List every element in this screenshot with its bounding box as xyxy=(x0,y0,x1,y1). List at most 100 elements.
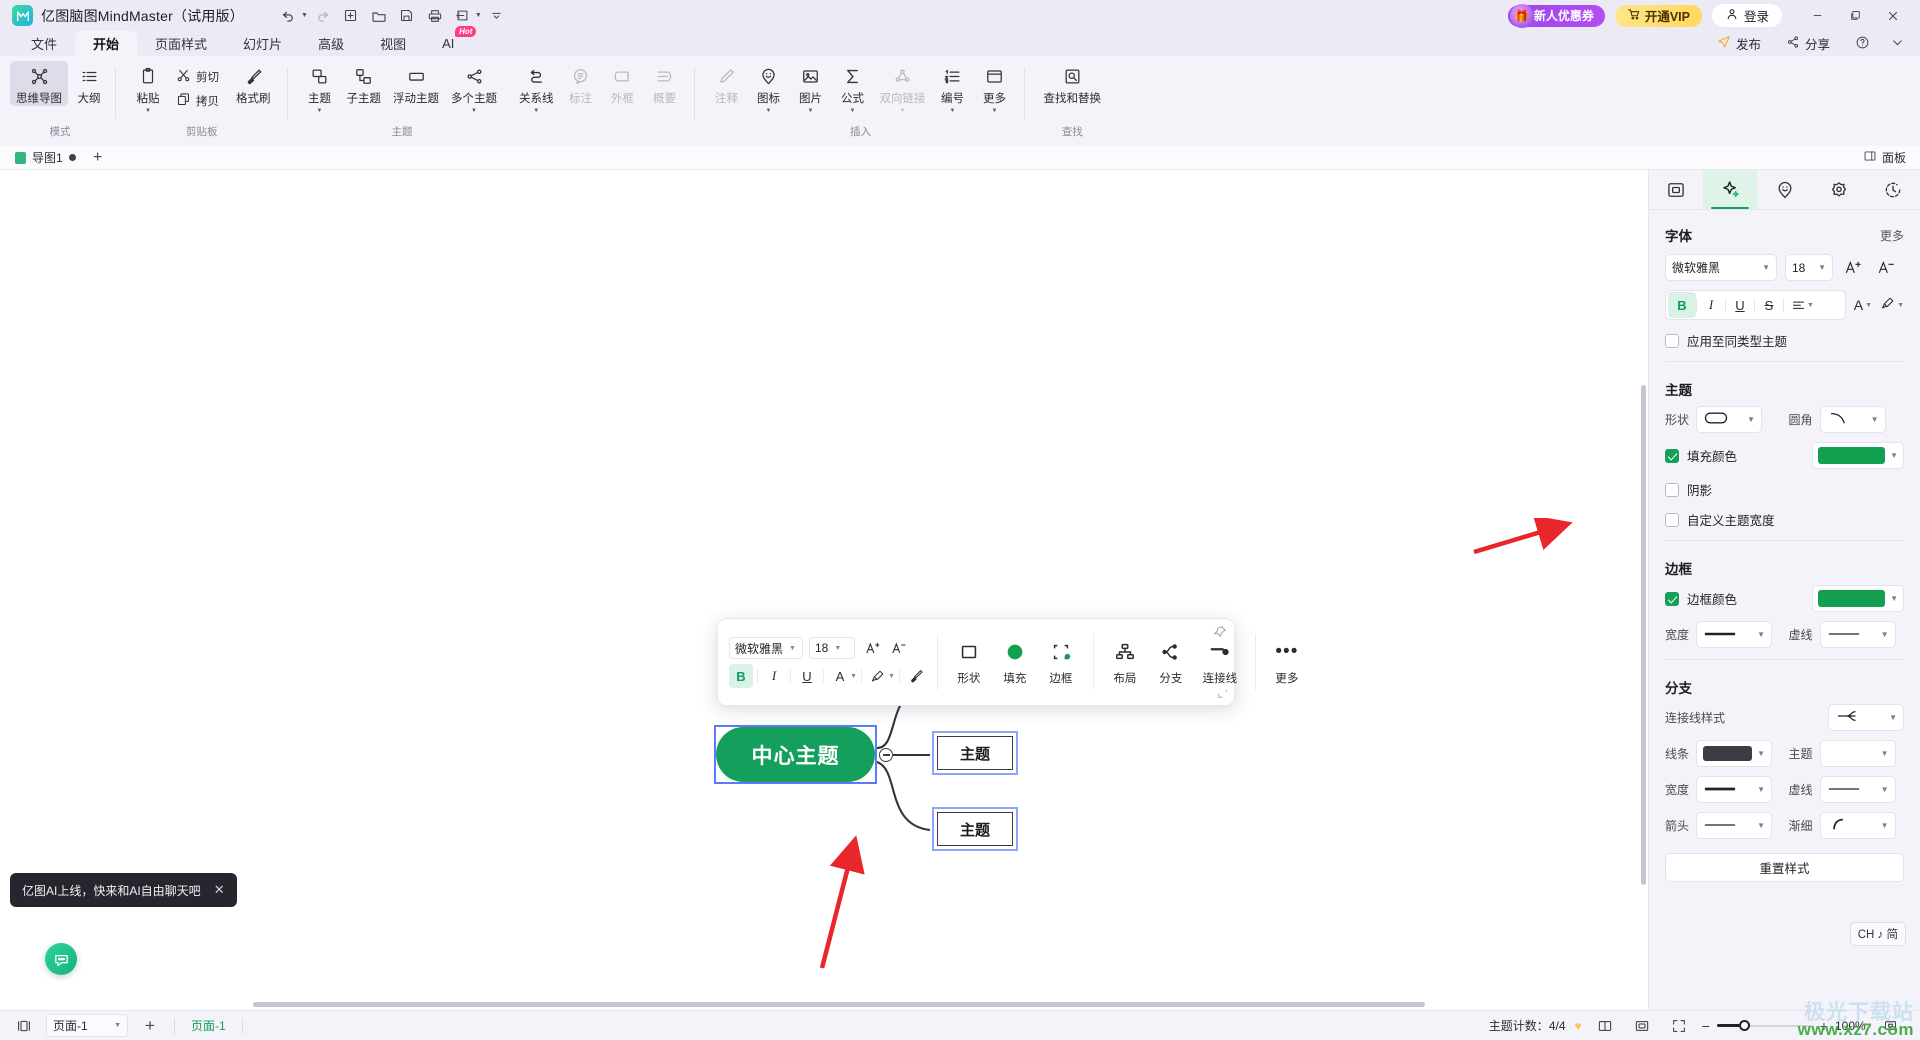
chevron-down-icon[interactable]: ▼ xyxy=(808,108,814,115)
ribbon-button-boundary[interactable]: 外框 xyxy=(602,61,644,106)
two-page-view-button[interactable] xyxy=(1591,1014,1619,1038)
help-button[interactable] xyxy=(1849,31,1876,57)
chevron-down-icon[interactable]: ▼ xyxy=(471,108,477,115)
fit-screen-button[interactable] xyxy=(1876,1014,1904,1038)
chevron-down-icon[interactable]: ▼ xyxy=(900,108,906,115)
menu-tab-ai[interactable]: AI Hot xyxy=(424,26,477,56)
ribbon-button-copy[interactable]: 拷贝 xyxy=(169,90,226,112)
collapse-ribbon-button[interactable] xyxy=(1889,32,1906,56)
undo-button[interactable] xyxy=(276,4,302,28)
minimize-button[interactable] xyxy=(1798,0,1836,31)
corner-select[interactable]: ▼ xyxy=(1819,406,1886,433)
shape-select[interactable]: ▼ xyxy=(1696,406,1763,433)
zoom-slider[interactable] xyxy=(1716,1019,1813,1033)
chevron-down-icon[interactable]: ▼ xyxy=(145,108,151,115)
arrow-select[interactable]: ▼ xyxy=(1696,812,1773,839)
font-size-select[interactable]: 18 ▼ xyxy=(1785,254,1833,281)
ribbon-button-callout[interactable]: 标注 xyxy=(560,61,602,106)
floatbar-connector-button[interactable]: 连接线 xyxy=(1194,639,1246,686)
shadow-row[interactable]: 阴影 xyxy=(1665,480,1904,499)
ribbon-button-topic[interactable]: 主题 ▼ xyxy=(299,61,341,115)
document-tab[interactable]: 导图1 xyxy=(6,146,85,170)
branch-topic-select[interactable]: ▼ xyxy=(1819,740,1896,767)
floatbar-border-button[interactable]: 边框 xyxy=(1038,639,1084,686)
zoom-knob[interactable] xyxy=(1738,1020,1750,1031)
ribbon-button-more-insert[interactable]: 更多 ▼ xyxy=(974,61,1016,115)
fit-page-button[interactable] xyxy=(1628,1014,1656,1038)
ribbon-button-subtopic[interactable]: 子主题 xyxy=(341,61,388,106)
canvas-horizontal-scrollbar[interactable] xyxy=(0,998,1638,1010)
custom-width-checkbox[interactable] xyxy=(1665,512,1679,527)
fill-color-checkbox[interactable] xyxy=(1665,448,1679,463)
chevron-down-icon[interactable]: ▼ xyxy=(850,673,857,680)
branch-width-select[interactable]: ▼ xyxy=(1696,776,1773,803)
page-select[interactable]: 页面-1 ▼ xyxy=(46,1014,128,1037)
fullscreen-button[interactable] xyxy=(1665,1014,1693,1038)
menu-tab-page-style[interactable]: 页面样式 xyxy=(137,31,225,56)
floatbar-decrease-font-button[interactable] xyxy=(887,636,911,660)
login-button[interactable]: 登录 xyxy=(1711,4,1782,27)
taper-select[interactable]: ▼ xyxy=(1819,812,1896,839)
close-button[interactable] xyxy=(1874,0,1912,31)
apply-same-type-checkbox[interactable] xyxy=(1665,333,1679,348)
ribbon-button-outline[interactable]: 大纲 xyxy=(68,61,110,106)
floatbar-branch-button[interactable]: 分支 xyxy=(1148,639,1194,686)
save-button[interactable] xyxy=(394,4,420,28)
floatbar-font-size-select[interactable]: 18 ▼ xyxy=(809,637,855,659)
tab-history[interactable] xyxy=(1866,170,1920,209)
chevron-down-icon[interactable]: ▼ xyxy=(850,108,856,115)
floatbar-increase-font-button[interactable] xyxy=(861,636,885,660)
apply-same-type-row[interactable]: 应用至同类型主题 xyxy=(1665,331,1904,350)
italic-button[interactable]: I xyxy=(1697,292,1725,318)
floatbar-bold-button[interactable]: B xyxy=(729,664,753,688)
menu-tab-home[interactable]: 开始 xyxy=(75,31,138,56)
floatbar-layout-button[interactable]: 布局 xyxy=(1102,639,1148,686)
ribbon-button-floating-topic[interactable]: 浮动主题 xyxy=(387,61,445,106)
redo-button[interactable] xyxy=(310,4,336,28)
add-document-tab-button[interactable]: + xyxy=(85,146,111,170)
canvas-vertical-scrollbar[interactable] xyxy=(1638,170,1648,996)
chevron-down-icon[interactable]: ▼ xyxy=(1807,302,1814,309)
shadow-checkbox[interactable] xyxy=(1665,482,1679,497)
menu-tab-view[interactable]: 视图 xyxy=(362,31,424,56)
border-dash-select[interactable]: ▼ xyxy=(1819,621,1896,648)
scroll-thumb[interactable] xyxy=(253,1002,1425,1007)
split-view-button[interactable] xyxy=(10,1014,38,1038)
menu-tab-slideshow[interactable]: 幻灯片 xyxy=(225,31,300,56)
ai-chat-bubble-icon[interactable] xyxy=(45,943,77,975)
border-color-checkbox[interactable] xyxy=(1665,591,1679,606)
share-button[interactable]: 分享 xyxy=(1780,30,1836,57)
font-family-select[interactable]: 微软雅黑 ▼ xyxy=(1665,254,1777,281)
ribbon-button-numbering[interactable]: 编号 ▼ xyxy=(932,61,974,115)
floatbar-clear-format-button[interactable] xyxy=(904,664,928,688)
ribbon-button-find-replace[interactable]: 查找和替换 xyxy=(1038,61,1108,106)
chevron-down-icon[interactable]: ▼ xyxy=(992,108,998,115)
increase-font-button[interactable] xyxy=(1841,255,1866,280)
ribbon-button-picture[interactable]: 图片 ▼ xyxy=(790,61,832,115)
zoom-in-button[interactable]: + xyxy=(1820,1018,1828,1034)
ribbon-button-multi-topic[interactable]: 多个主题 ▼ xyxy=(445,61,503,115)
tab-theme[interactable] xyxy=(1812,170,1866,209)
font-more-link[interactable]: 更多 xyxy=(1880,227,1904,244)
line-color-select[interactable]: ▼ xyxy=(1696,740,1773,767)
mindmap-topic-node[interactable]: 主题 xyxy=(932,807,1018,851)
open-vip-button[interactable]: 开通VIP xyxy=(1614,4,1702,27)
ribbon-button-mindmap[interactable]: 思维导图 xyxy=(10,61,68,106)
bold-button[interactable]: B xyxy=(1668,292,1696,318)
font-color-button[interactable]: A ▼ xyxy=(1854,293,1872,318)
ribbon-button-formula[interactable]: 公式 ▼ xyxy=(832,61,874,115)
strikethrough-button[interactable]: S xyxy=(1755,292,1783,318)
branch-dash-select[interactable]: ▼ xyxy=(1819,776,1896,803)
new-user-coupon-button[interactable]: 🎁 新人优惠券 xyxy=(1507,3,1605,28)
add-page-button[interactable]: + xyxy=(136,1014,164,1038)
current-page-chip[interactable]: 页面-1 xyxy=(185,1017,232,1034)
collapse-minus-icon[interactable] xyxy=(879,748,893,762)
reset-style-button[interactable]: 重置样式 xyxy=(1665,853,1904,882)
publish-button[interactable]: 发布 xyxy=(1711,30,1767,57)
close-icon[interactable]: ✕ xyxy=(214,882,225,898)
new-button[interactable] xyxy=(338,4,364,28)
maximize-button[interactable] xyxy=(1836,0,1874,31)
connector-style-select[interactable]: ▼ xyxy=(1828,704,1904,731)
underline-button[interactable]: U xyxy=(1726,292,1754,318)
floatbar-fill-button[interactable]: 填充 xyxy=(992,639,1038,686)
